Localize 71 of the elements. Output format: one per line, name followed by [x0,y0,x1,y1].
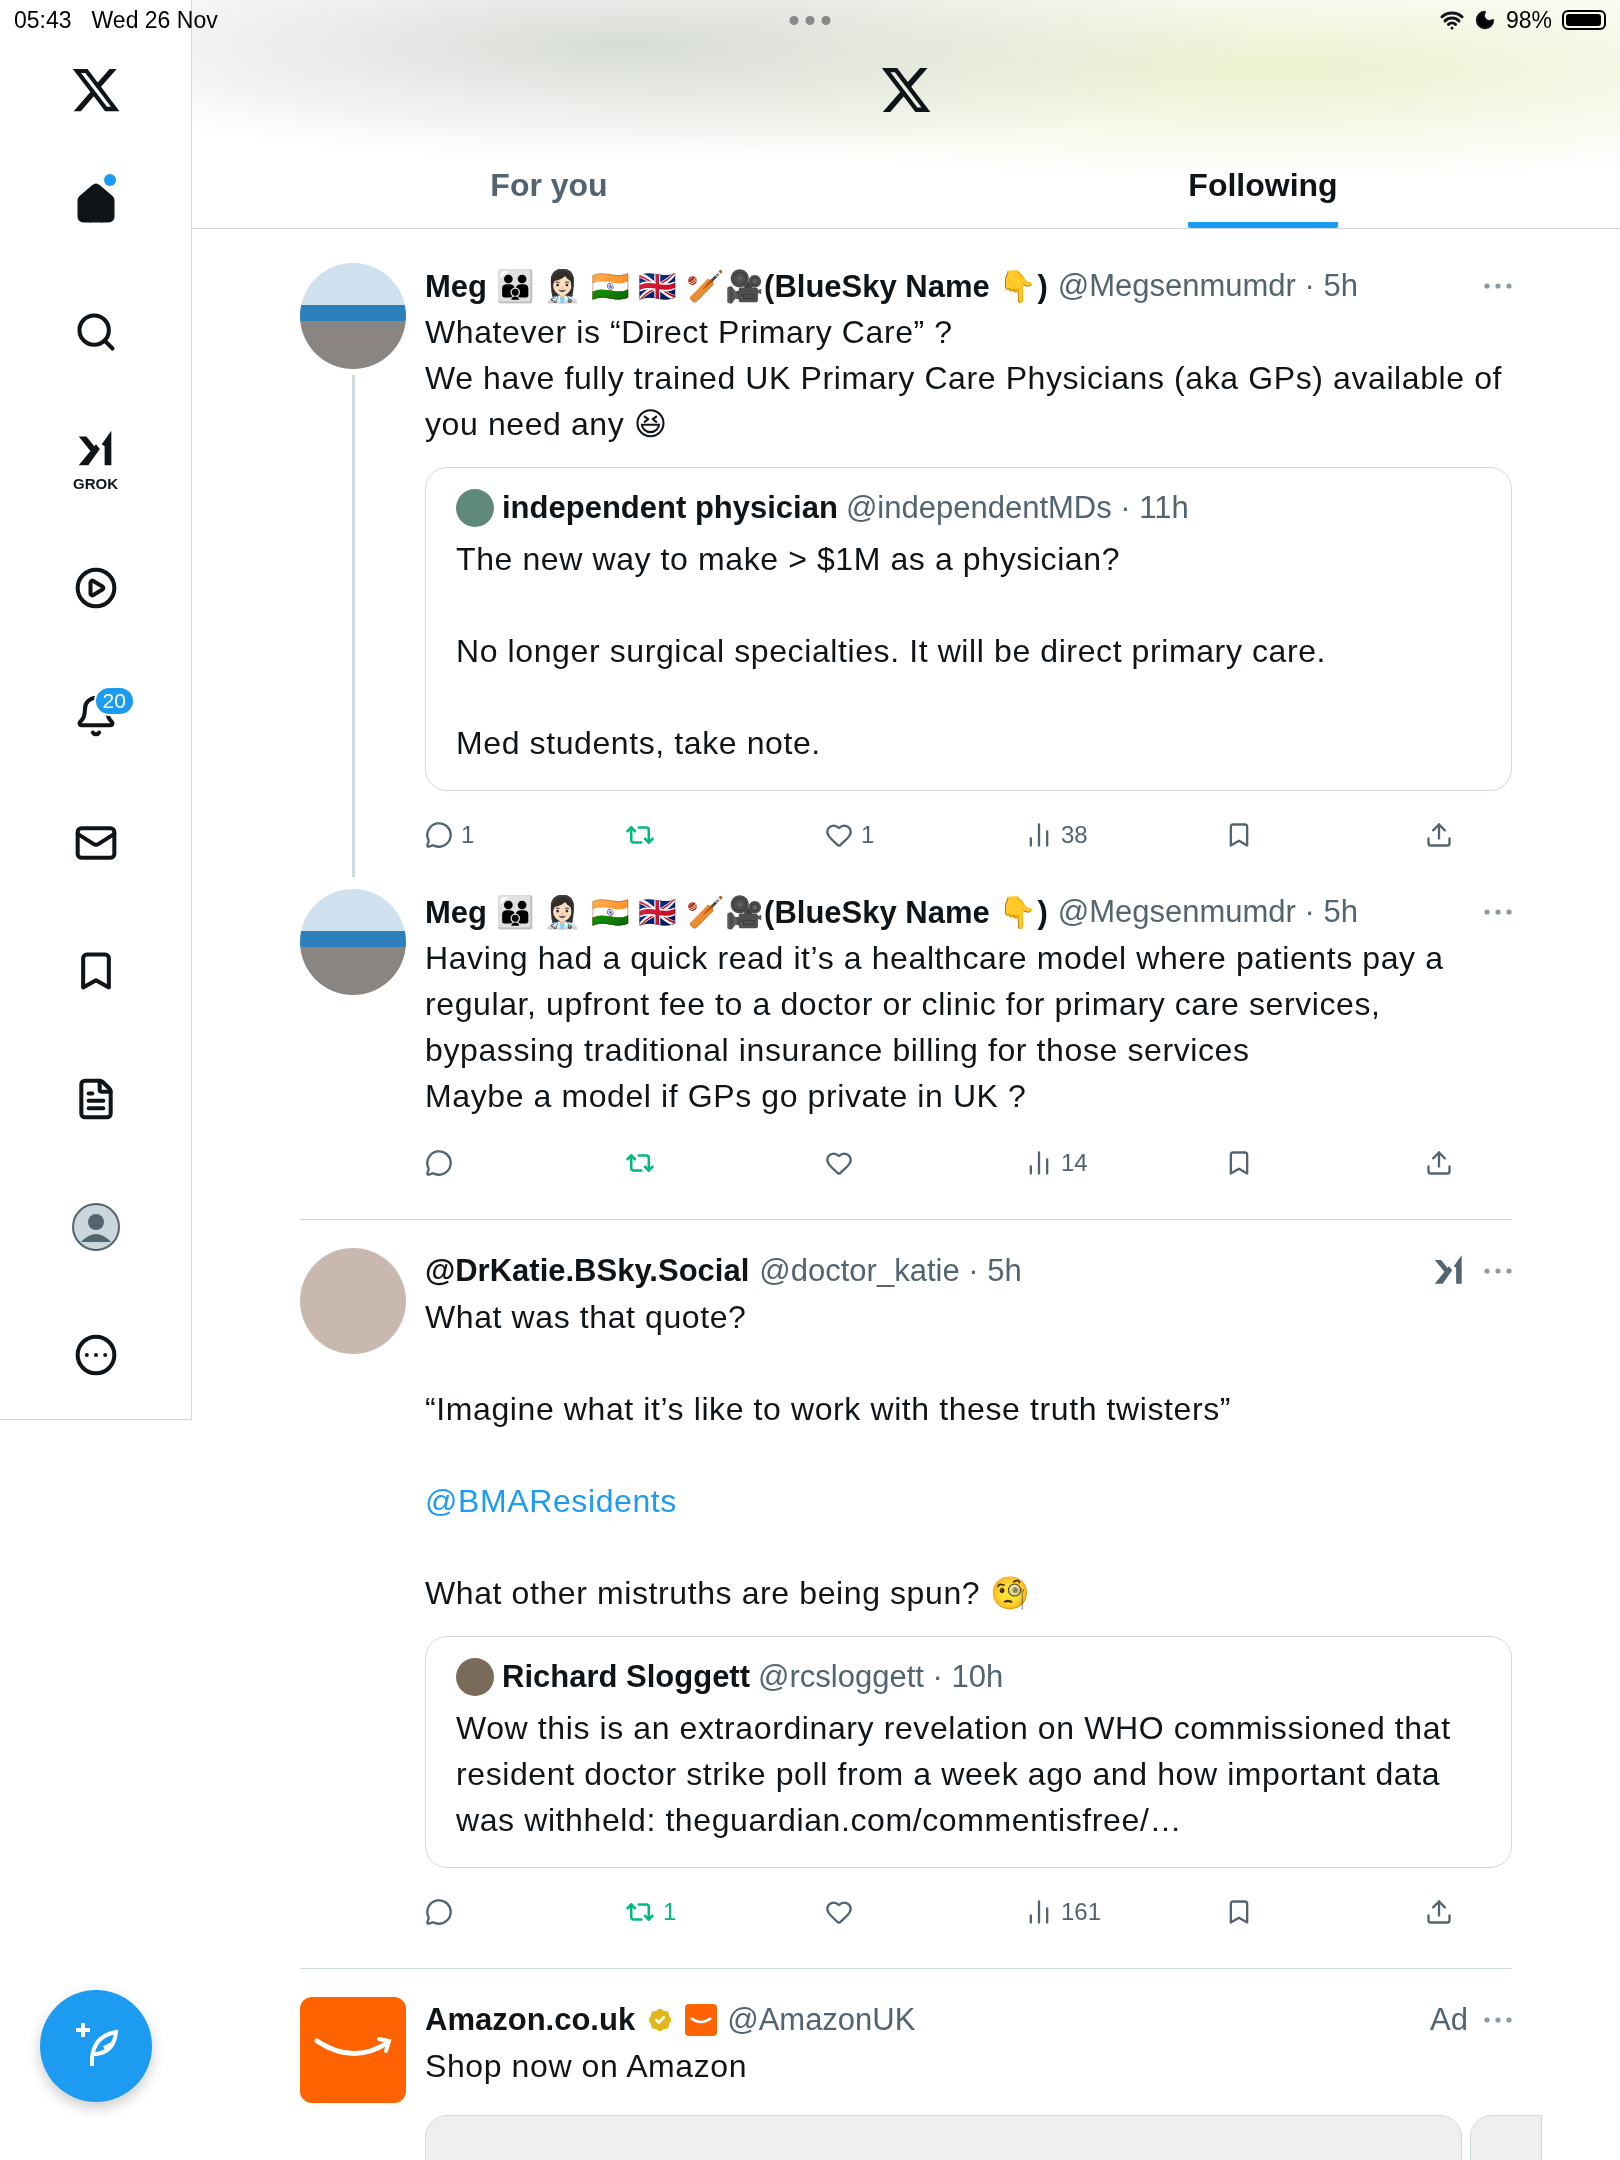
like-button[interactable] [825,1149,853,1177]
ad-label: Ad [1430,2002,1468,2038]
author-name[interactable]: @DrKatie.BSky.Social [425,1253,750,1289]
post-text: Having had a quick read it’s a healthcare model where patients pay a regular, upfront fee to a doctor or clinic for primary care services, bypassing traditional insurance billing for those services [425,939,1445,1070]
quoted-handle-and-time: @rcsloggett · 10h [758,1659,1004,1695]
handle-and-time: @Megsenmumdr · 5h [1057,894,1358,930]
share-button[interactable] [1425,1898,1453,1926]
post-text: Whatever is “Direct Primary Care” ? [425,313,954,352]
heart-icon [825,821,853,849]
post-text: We have fully trained UK Primary Care Physicians (aka GPs) available of you need any 😆 [425,359,1504,444]
more-icon [1484,2017,1512,2023]
more-icon [1484,1268,1512,1274]
upload-icon [1425,821,1453,849]
share-button[interactable] [1425,821,1453,849]
post-text: Shop now on Amazon [425,2047,749,2086]
quoted-handle-and-time: @independentMDs · 11h [845,490,1189,526]
quoted-text: Wow this is an extraordinary revelation on WHO commissioned that resident doctor strike poll from a week ago and how important data was withheld: theguardian.com/commentisfree/… [456,1709,1452,1840]
post-text: What other mistruths are being spun? 🧐 [425,1574,1032,1613]
quoted-text: The new way to make > $1M as a physician? [456,540,1122,579]
quoted-avatar-photo-placeholder [456,489,494,527]
views-button[interactable]: 161 [1025,1898,1102,1926]
more-options-button[interactable] [1484,909,1512,915]
upload-icon [1425,1149,1453,1177]
author-name[interactable]: Meg 👪 👩🏻‍⚕ 🇮🇳 🇬🇧 🏏🎥(BlueSky Name 👇) [425,893,1048,931]
author-name[interactable]: Amazon.co.uk [425,2002,636,2038]
more-icon [73,1333,118,1378]
handle-and-time: @AmazonUK [727,2002,916,2038]
feed-tab[interactable]: Following [906,140,1620,228]
more-options-button[interactable] [1484,283,1512,289]
more-icon [1484,283,1512,289]
upload-icon [1425,1898,1453,1926]
like-button[interactable] [825,1898,853,1926]
share-button[interactable] [1425,1149,1453,1177]
speech-bubble-icon [425,821,453,849]
more-options-button[interactable] [1484,1268,1512,1274]
grok-nav-button[interactable]: GROK [45,395,146,524]
views-button[interactable]: 38 [1025,821,1088,849]
quoted-author-name: Richard Sloggett [502,1659,750,1695]
author-name[interactable]: Meg 👪 👩🏻‍⚕ 🇮🇳 🇬🇧 🏏🎥(BlueSky Name 👇) [425,267,1048,305]
quoted-text: No longer surgical specialties. It will be direct primary care. [456,632,1328,671]
handle-and-time: @Megsenmumdr · 5h [1057,268,1358,304]
post-text: “Imagine what it’s like to work with these truth twisters” [425,1390,1233,1429]
reply-button[interactable] [425,1149,453,1177]
speech-bubble-icon [425,1898,453,1926]
play-icon [73,565,118,610]
post-text: Maybe a model if GPs go private in UK ? [425,1077,1028,1116]
brand-logo[interactable] [300,1997,406,2103]
more-options-button[interactable] [1484,2017,1512,2023]
compose-button[interactable] [40,1990,152,2102]
profile-avatar-icon [70,1202,121,1253]
handle-and-time: @doctor_katie · 5h [759,1253,1022,1289]
battery-percent: 98% [1505,6,1552,34]
moon-icon [1473,9,1496,31]
quoted-text: Med students, take note. [456,724,822,763]
heart-icon [825,1149,853,1177]
quoted-post[interactable]: independent physician @independentMDs · 11h The new way to make > $1M as a physician? No longer surgical specialties. It will be direct primary care. Med students, take note. [425,467,1512,791]
post-text: What was that quote? [425,1298,748,1337]
status-date: Wed 26 Nov [91,6,218,34]
status-time: 05:43 [14,6,72,34]
views-button[interactable]: 14 [1025,1149,1088,1177]
feed-tab[interactable]: For you [192,140,906,228]
like-button[interactable]: 1 [825,821,875,849]
quoted-author-name: independent physician [502,490,838,526]
speech-bubble-icon [425,1149,453,1177]
quoted-post[interactable] [425,1636,1512,1868]
reply-button[interactable]: 1 [425,821,475,849]
notification-count: 20 [93,685,135,716]
heart-icon [825,1898,853,1926]
quoted-avatar-photo-placeholder [456,1658,494,1696]
reply-button[interactable] [425,1898,453,1926]
more-icon [1484,909,1512,915]
